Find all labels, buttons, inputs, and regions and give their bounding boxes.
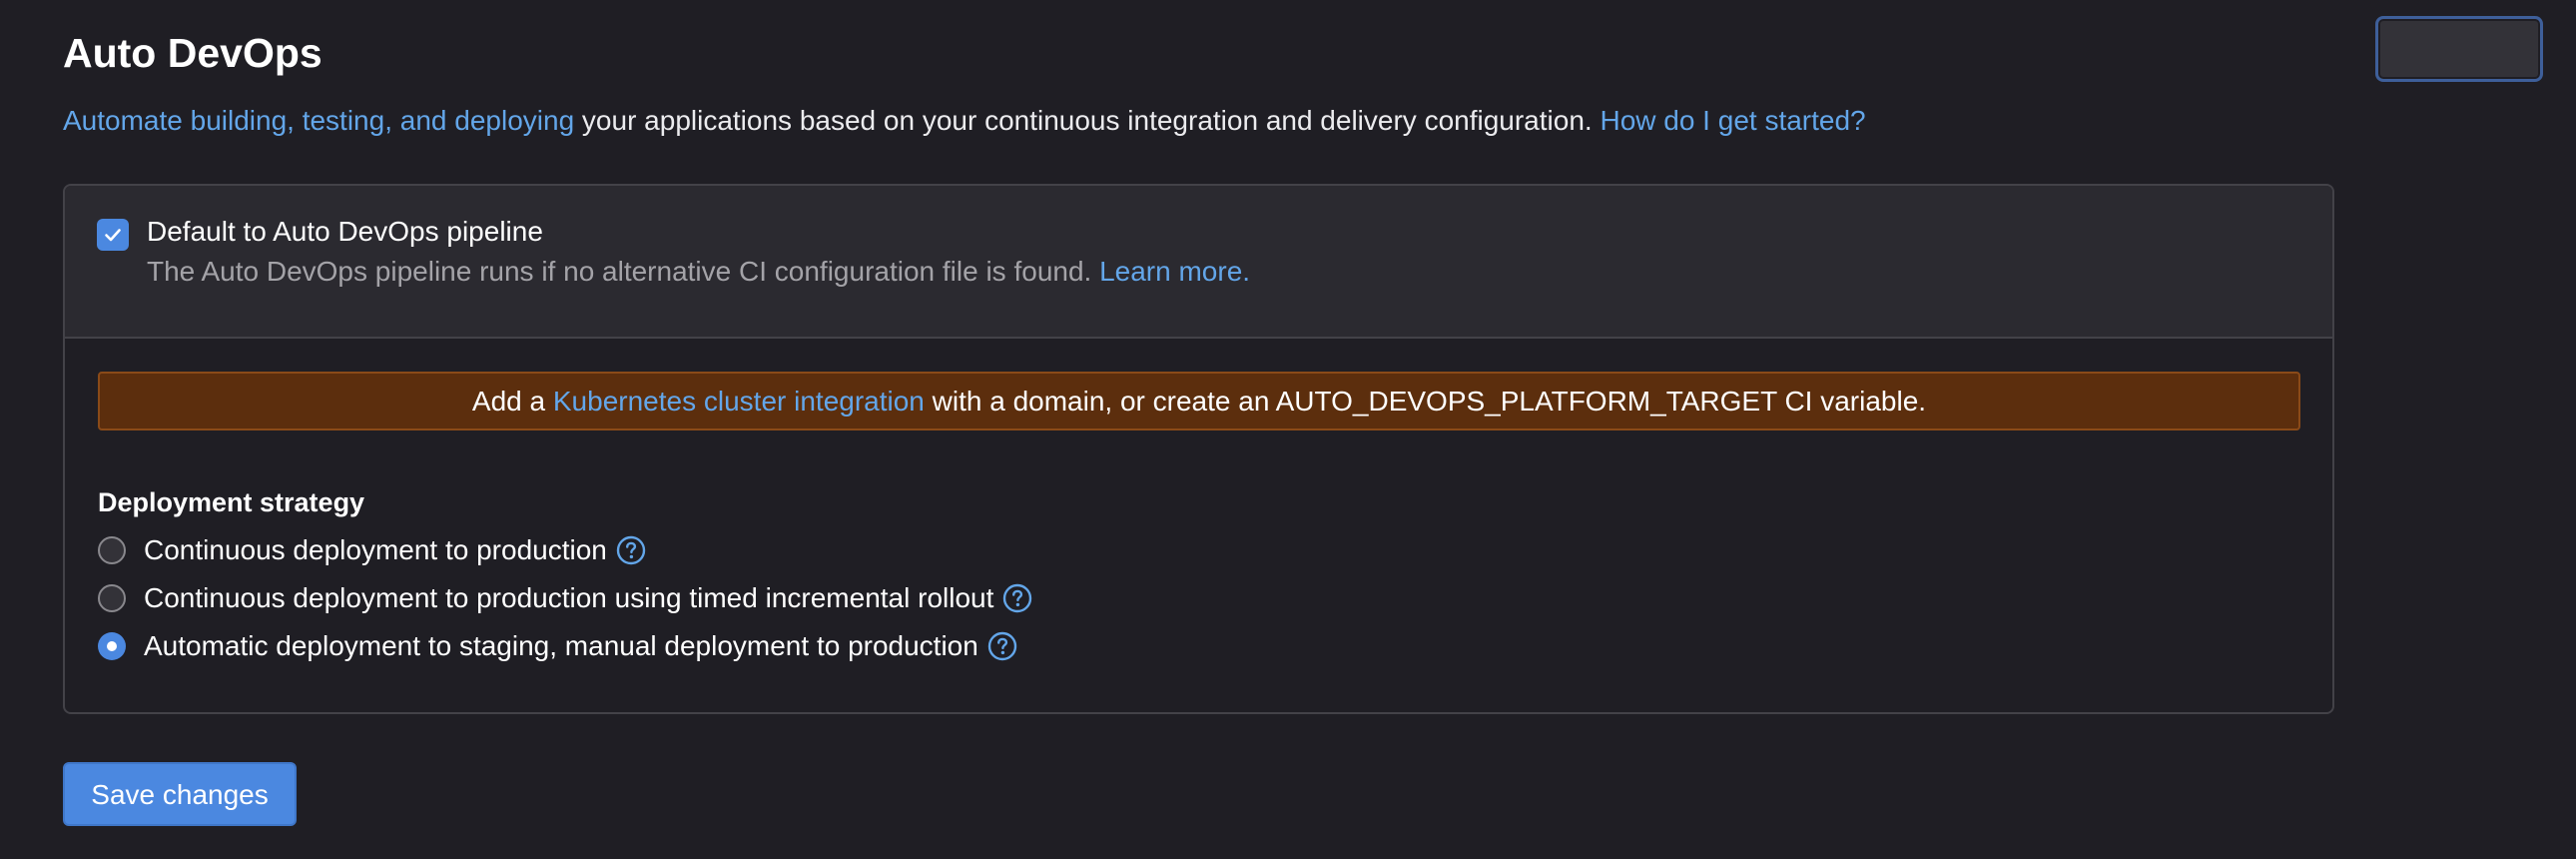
section-title: Auto DevOps — [63, 30, 322, 76]
radio-continuous[interactable] — [98, 536, 126, 564]
check-icon — [105, 229, 121, 242]
default-pipeline-label[interactable]: Default to Auto DevOps pipeline — [147, 212, 543, 252]
strategy-option-staging-manual[interactable]: Automatic deployment to staging, manual … — [98, 626, 1018, 666]
question-circle-icon[interactable] — [615, 534, 647, 566]
default-pipeline-help: The Auto DevOps pipeline runs if no alte… — [147, 252, 1250, 292]
radio-staging-manual[interactable] — [98, 632, 126, 660]
kubernetes-warning-alert: Add a Kubernetes cluster integration wit… — [98, 372, 2300, 430]
description-text: your applications based on your continuo… — [574, 105, 1601, 136]
question-circle-icon[interactable] — [986, 630, 1018, 662]
automate-docs-link[interactable]: Automate building, testing, and deployin… — [63, 105, 574, 136]
kubernetes-integration-link[interactable]: Kubernetes cluster integration — [553, 386, 925, 417]
panel-header: Default to Auto DevOps pipeline The Auto… — [65, 186, 2332, 339]
radio-label-continuous[interactable]: Continuous deployment to production — [144, 530, 607, 570]
alert-suffix: with a domain, or create an AUTO_DEVOPS_… — [924, 386, 1927, 417]
radio-timed-rollout[interactable] — [98, 584, 126, 612]
expand-collapse-button[interactable] — [2375, 16, 2543, 82]
auto-devops-settings: Auto DevOps Automate building, testing, … — [0, 0, 2576, 859]
section-description: Automate building, testing, and deployin… — [63, 101, 1866, 141]
default-pipeline-help-text: The Auto DevOps pipeline runs if no alte… — [147, 256, 1100, 287]
get-started-link[interactable]: How do I get started? — [1600, 105, 1865, 136]
radio-label-timed-rollout[interactable]: Continuous deployment to production usin… — [144, 578, 993, 618]
save-changes-button[interactable]: Save changes — [63, 762, 297, 826]
alert-prefix: Add a — [471, 386, 553, 417]
default-pipeline-checkbox[interactable] — [97, 219, 129, 251]
strategy-option-timed-rollout[interactable]: Continuous deployment to production usin… — [98, 578, 1033, 618]
auto-devops-panel: Default to Auto DevOps pipeline The Auto… — [63, 184, 2334, 714]
question-circle-icon[interactable] — [1001, 582, 1033, 614]
radio-label-staging-manual[interactable]: Automatic deployment to staging, manual … — [144, 626, 978, 666]
learn-more-link[interactable]: Learn more. — [1099, 256, 1250, 287]
strategy-option-continuous[interactable]: Continuous deployment to production — [98, 530, 647, 570]
deployment-strategy-title: Deployment strategy — [98, 487, 365, 517]
